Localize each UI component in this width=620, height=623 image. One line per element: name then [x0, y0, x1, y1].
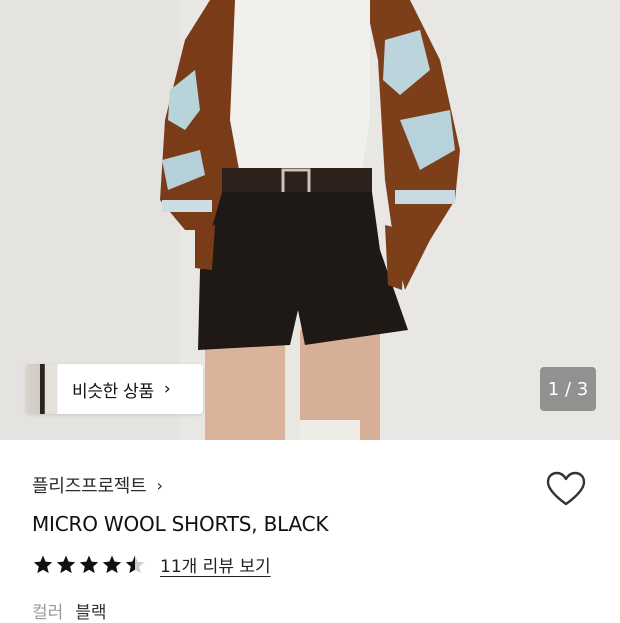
rating-stars	[32, 554, 147, 576]
brand-name: 플리즈프로젝트	[32, 476, 147, 497]
color-option: 컬러 블랙	[32, 598, 107, 623]
option-value: 블랙	[75, 603, 107, 623]
similar-products-button[interactable]: 비슷한 상품 ›	[26, 364, 203, 414]
similar-products-label: 비슷한 상품	[72, 381, 154, 402]
chevron-right-icon: ›	[163, 379, 171, 399]
star-icon	[102, 555, 122, 573]
star-icon	[56, 555, 76, 573]
product-image-carousel[interactable]: 비슷한 상품 › 1 / 3	[0, 0, 620, 440]
star-icon	[125, 555, 145, 573]
product-title: MICRO WOOL SHORTS, BLACK	[32, 512, 329, 536]
rating-row: 11개 리뷰 보기	[32, 552, 271, 577]
wishlist-button[interactable]	[545, 470, 587, 508]
option-label: 컬러	[32, 603, 64, 623]
star-icon	[33, 555, 53, 573]
review-link[interactable]: 11개 리뷰 보기	[160, 552, 271, 577]
star-icon	[79, 555, 99, 573]
similar-products-thumbnail	[26, 364, 58, 414]
heart-outline-icon	[546, 471, 586, 506]
chevron-right-icon: ›	[156, 475, 163, 495]
brand-link[interactable]: 플리즈프로젝트 ›	[32, 472, 163, 498]
image-page-counter: 1 / 3	[540, 367, 596, 411]
